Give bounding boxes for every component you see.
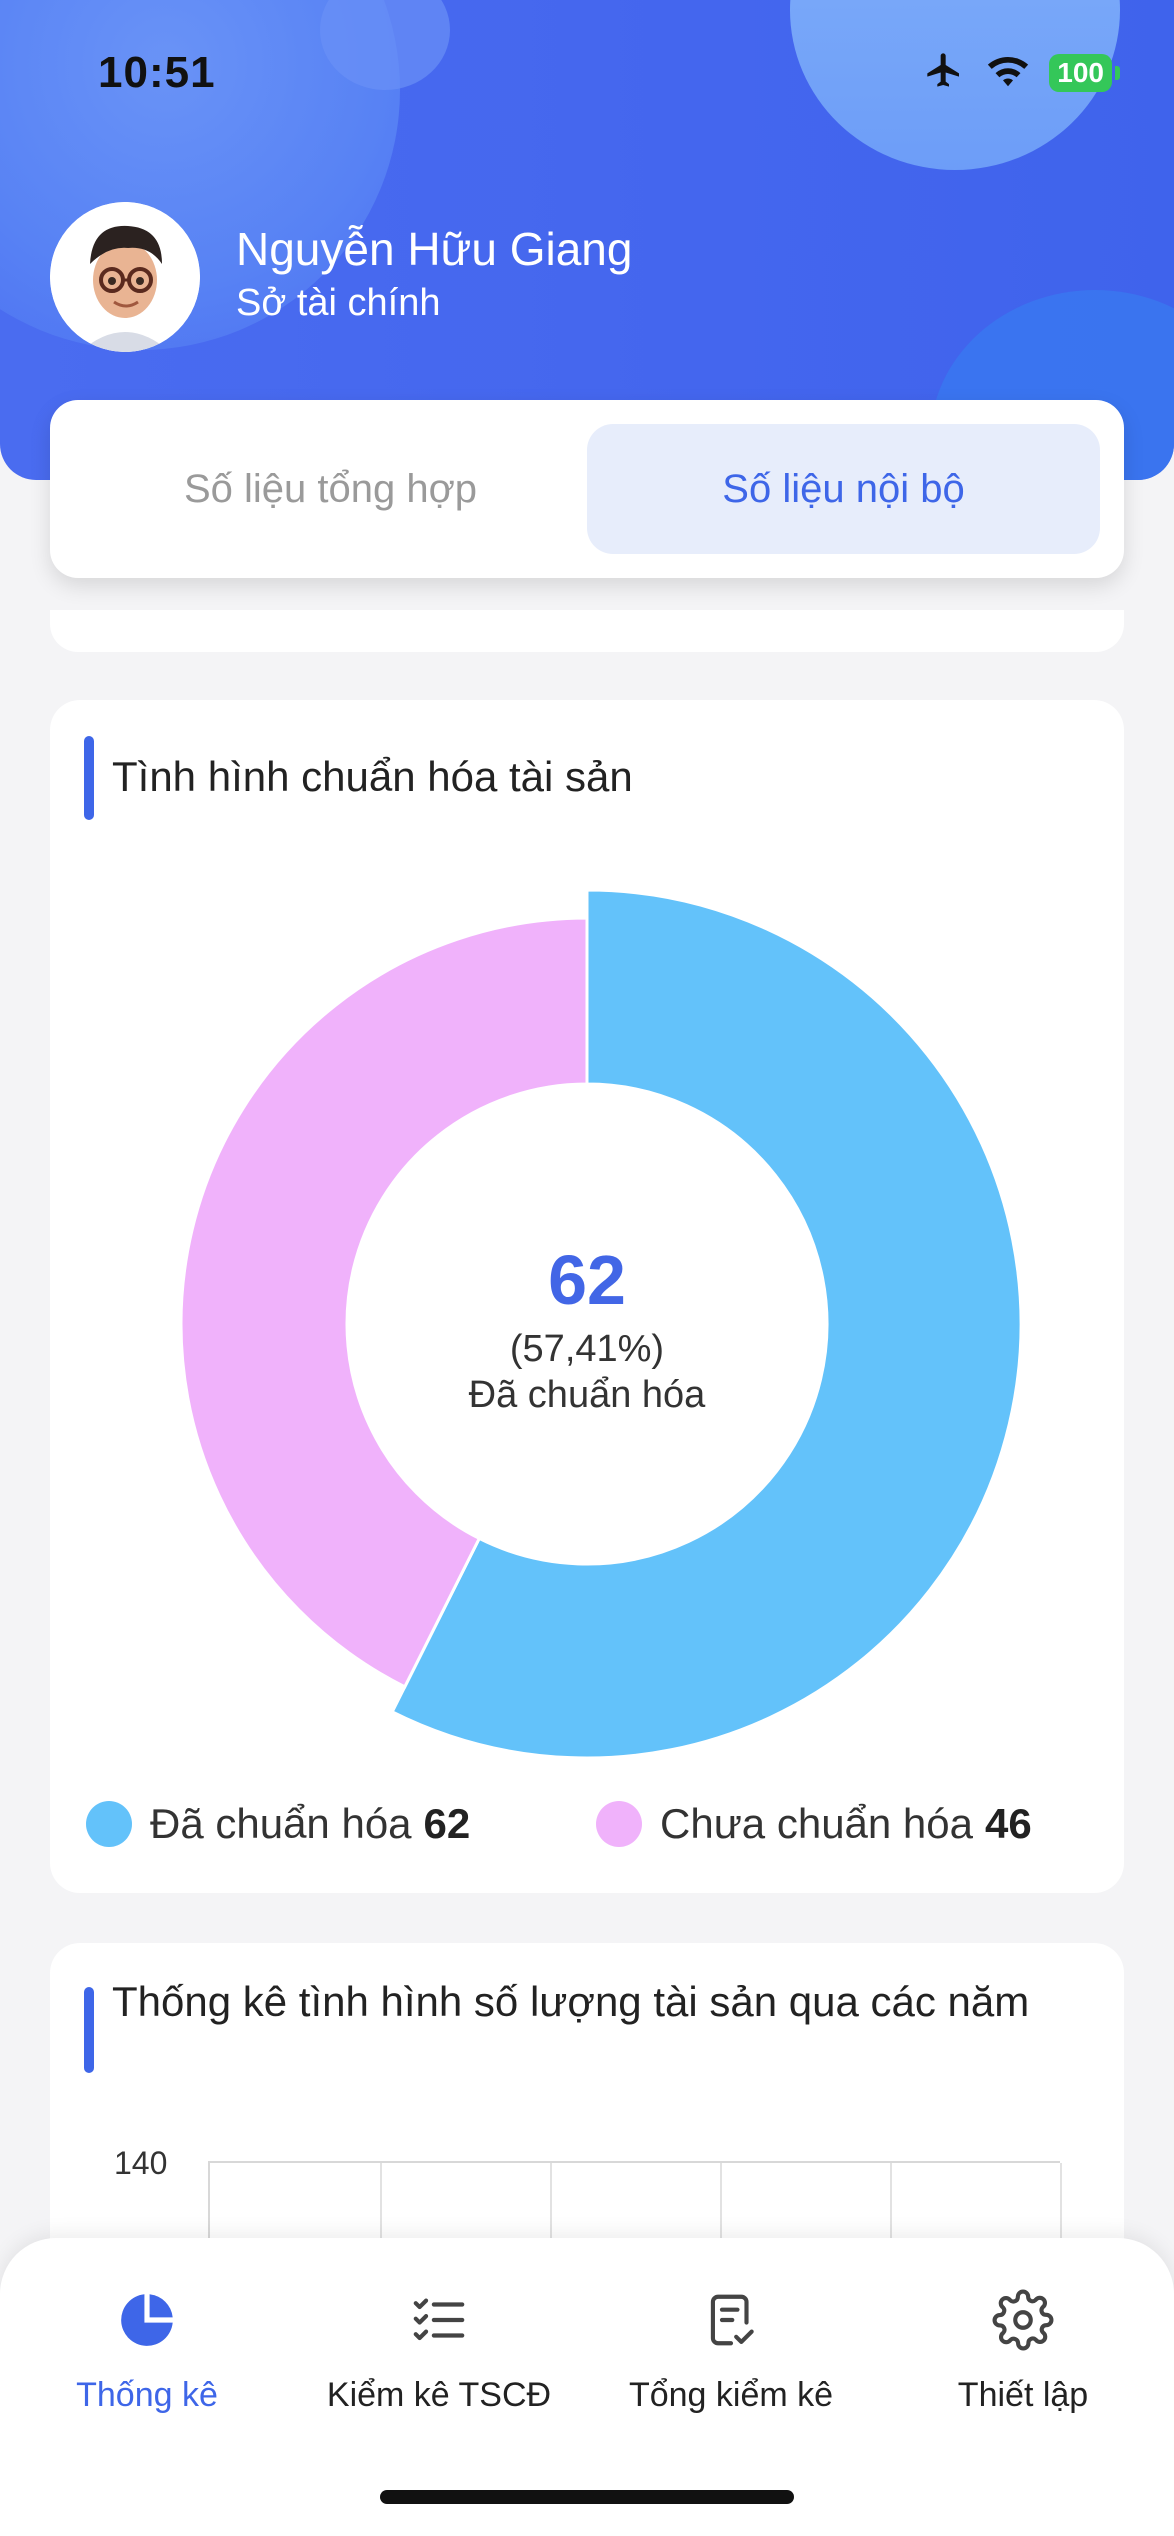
document-check-icon [586,2280,876,2360]
status-icons: 100 [921,50,1120,95]
legend-dot [596,1801,642,1847]
tab-statistics[interactable]: Thống kê [2,2280,292,2415]
tab-label: Thiết lập [957,2376,1089,2414]
tab-label: Tổng kiểm kê [628,2376,834,2414]
tab-fixed-asset-inventory[interactable]: Kiểm kê TSCĐ [294,2280,584,2415]
wifi-icon [985,50,1031,95]
donut-center-percent: (57,41%) [509,1328,665,1370]
standardization-card: Tình hình chuẩn hóa tài sản 62 (57,41%) … [50,700,1124,1893]
avatar[interactable] [50,202,200,352]
tab-aggregate-data[interactable]: Số liệu tổng hợp [74,424,587,554]
checklist-icon [294,2280,584,2360]
battery-indicator: 100 [1049,53,1120,92]
data-scope-segmented-control: Số liệu tổng hợp Số liệu nội bộ [50,400,1124,578]
tab-settings[interactable]: Thiết lập [878,2280,1168,2415]
y-axis-tick: 140 [114,2145,168,2181]
user-organization: Sở tài chính [236,282,441,324]
tab-label: Thống kê [76,2376,218,2414]
legend-value: 62 [423,1800,471,1847]
card-title: Thống kê tình hình số lượng tài sản qua … [112,1978,1030,2025]
tab-label: Kiểm kê TSCĐ [326,2376,552,2414]
donut-center-label: Đã chuẩn hóa [468,1374,706,1416]
airplane-icon [921,50,967,95]
user-name: Nguyễn Hữu Giang [236,223,633,275]
legend-value: 46 [985,1800,1032,1847]
collapsed-card [50,610,1124,652]
gear-icon [878,2280,1168,2360]
status-time: 10:51 [98,48,216,97]
legend-item-standardized: Đã chuẩn hóa 62 [86,1800,470,1848]
legend-label: Đã chuẩn hóa [150,1800,412,1847]
title-accent-bar [84,1987,94,2073]
donut-center-value: 62 [548,1241,626,1319]
tab-total-inventory[interactable]: Tổng kiểm kê [586,2280,876,2415]
home-indicator [380,2490,794,2504]
legend-dot [86,1801,132,1847]
pie-chart-icon [2,2280,292,2360]
legend-label: Chưa chuẩn hóa [660,1800,974,1847]
legend-item-not-standardized: Chưa chuẩn hóa 46 [596,1800,1032,1848]
tab-internal-data[interactable]: Số liệu nội bộ [587,424,1100,554]
